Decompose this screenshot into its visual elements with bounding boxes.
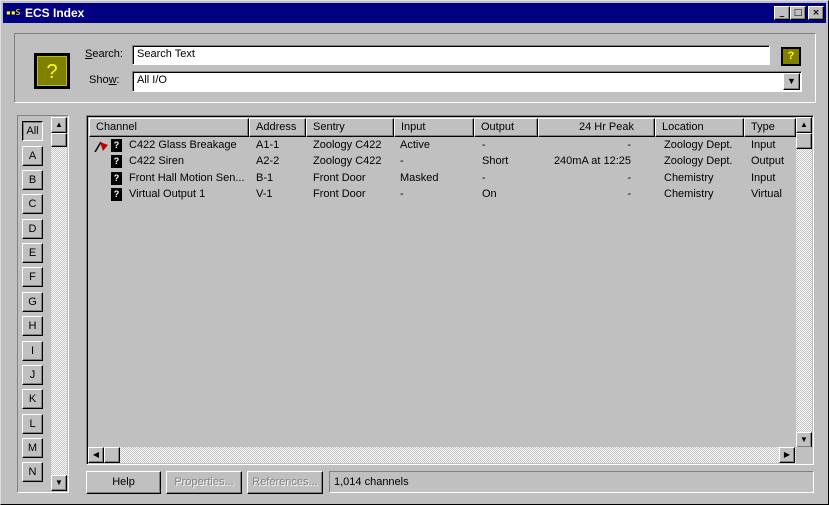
peak-cell: -	[627, 139, 631, 151]
channel-cell: Front Hall Motion Sen...	[129, 172, 245, 184]
table-row[interactable]: ? C422 Glass Breakage A1-1 Zoology C422 Acti…	[89, 138, 797, 154]
address-cell: A1-1	[256, 139, 280, 151]
ecs-index-window: ▪▪S ECS Index _ □ × ? Search: Search Tex…	[0, 0, 829, 505]
location-cell: Chemistry	[664, 172, 714, 184]
unknown-status-icon: ?	[111, 155, 122, 168]
close-button[interactable]: ×	[808, 6, 824, 20]
channel-list: Channel Address Sentry Input Output 24 Hr Pea…	[86, 115, 814, 465]
list-hscroll-thumb[interactable]	[104, 447, 120, 463]
search-help-button[interactable]: ?	[781, 47, 801, 66]
column-header-location[interactable]: Location	[655, 118, 744, 137]
address-cell: B-1	[256, 172, 274, 184]
help-button[interactable]: Help	[86, 471, 161, 494]
address-cell: A2-2	[256, 155, 280, 167]
show-dropdown[interactable]: All I/O	[132, 71, 802, 92]
letter-button-k[interactable]: K	[22, 389, 43, 409]
alarm-flag-icon	[94, 141, 108, 152]
search-label: Search:	[85, 48, 123, 60]
column-header-address[interactable]: Address	[249, 118, 306, 137]
type-cell: Input	[751, 139, 776, 151]
letter-button-all[interactable]: All	[22, 121, 43, 141]
list-vscroll-thumb[interactable]	[796, 133, 812, 149]
column-header-type[interactable]: Type	[744, 118, 796, 137]
list-scroll-left-button[interactable]: ◀	[88, 447, 104, 463]
list-scroll-right-button[interactable]: ▶	[779, 447, 795, 463]
app-icon[interactable]: ▪▪S	[6, 6, 22, 20]
column-header-channel[interactable]: Channel	[89, 118, 249, 137]
letter-scrollbar[interactable]	[51, 117, 67, 491]
address-cell: V-1	[256, 188, 273, 200]
unknown-status-icon: ?	[111, 139, 122, 152]
letter-button-b[interactable]: B	[22, 170, 43, 190]
show-label: Show:	[89, 74, 120, 86]
letter-scroll-thumb[interactable]	[51, 133, 67, 147]
type-cell: Virtual	[751, 188, 782, 200]
properties-button[interactable]: Properties...	[166, 471, 242, 494]
chevron-down-icon[interactable]: ▼	[783, 73, 800, 90]
column-header-input[interactable]: Input	[394, 118, 474, 137]
list-scroll-down-button[interactable]: ▼	[796, 432, 812, 448]
letter-button-i[interactable]: I	[22, 341, 43, 361]
peak-cell: 240mA at 12:25	[553, 155, 631, 167]
letter-button-c[interactable]: C	[22, 194, 43, 214]
location-cell: Zoology Dept.	[664, 139, 733, 151]
sentry-cell: Front Door	[313, 172, 366, 184]
output-cell: Short	[482, 155, 509, 167]
letter-button-j[interactable]: J	[22, 365, 43, 385]
filter-panel	[14, 33, 816, 103]
letter-button-g[interactable]: G	[22, 292, 43, 312]
peak-cell: -	[627, 188, 631, 200]
column-header-sentry[interactable]: Sentry	[306, 118, 394, 137]
letter-scroll-up-button[interactable]: ▲	[51, 117, 67, 133]
input-cell: Masked	[400, 172, 439, 184]
window-title: ECS Index	[25, 6, 85, 20]
table-row[interactable]: ? Virtual Output 1 V-1 Front Door - On - Chemis…	[89, 187, 797, 203]
unknown-status-icon: ?	[111, 188, 122, 201]
references-button[interactable]: References...	[247, 471, 323, 494]
column-header-output[interactable]: Output	[474, 118, 538, 137]
letter-button-h[interactable]: H	[22, 316, 43, 336]
sentry-cell: Front Door	[313, 188, 366, 200]
input-cell: Active	[400, 139, 430, 151]
maximize-button[interactable]: □	[790, 6, 806, 20]
output-cell: On	[482, 188, 497, 200]
sentry-cell: Zoology C422	[313, 155, 382, 167]
list-horizontal-scrollbar[interactable]	[88, 447, 796, 463]
letter-button-d[interactable]: D	[22, 219, 43, 239]
column-header-24-hr-peak[interactable]: 24 Hr Peak	[538, 118, 655, 137]
location-cell: Chemistry	[664, 188, 714, 200]
type-cell: Output	[751, 155, 785, 167]
letter-button-a[interactable]: A	[22, 146, 43, 166]
peak-cell: -	[627, 172, 631, 184]
unknown-status-icon: ?	[111, 172, 122, 185]
location-cell: Zoology Dept.	[664, 155, 733, 167]
channel-cell: Virtual Output 1	[129, 188, 206, 200]
list-vertical-scrollbar[interactable]	[796, 117, 812, 448]
help-button-large[interactable]: ?	[34, 53, 70, 89]
letter-scroll-down-button[interactable]: ▼	[51, 475, 67, 491]
input-cell: -	[400, 155, 404, 167]
channel-cell: C422 Glass Breakage	[129, 139, 237, 151]
input-cell: -	[400, 188, 404, 200]
output-cell: -	[482, 139, 486, 151]
output-cell: -	[482, 172, 486, 184]
letter-button-e[interactable]: E	[22, 243, 43, 263]
letter-button-l[interactable]: L	[22, 414, 43, 434]
letter-button-m[interactable]: M	[22, 438, 43, 458]
list-scroll-up-button[interactable]: ▲	[796, 117, 812, 133]
scroll-corner	[796, 447, 812, 463]
question-icon: ?	[783, 49, 799, 64]
minimize-button[interactable]: _	[774, 6, 790, 20]
title-bar[interactable]: ▪▪S ECS Index _ □ ×	[3, 3, 826, 23]
table-row[interactable]: ? Front Hall Motion Sen... B-1 Front Door Ma…	[89, 171, 797, 187]
letter-button-f[interactable]: F	[22, 267, 43, 287]
type-cell: Input	[751, 172, 776, 184]
status-bar: 1,014 channels	[329, 471, 814, 493]
table-row[interactable]: ? C422 Siren A2-2 Zoology C422 - Short 240mA a…	[89, 154, 797, 170]
search-input[interactable]: Search Text	[132, 45, 770, 65]
channel-cell: C422 Siren	[129, 155, 185, 167]
question-icon: ?	[37, 56, 67, 86]
sentry-cell: Zoology C422	[313, 139, 382, 151]
letter-button-n[interactable]: N	[22, 462, 43, 482]
